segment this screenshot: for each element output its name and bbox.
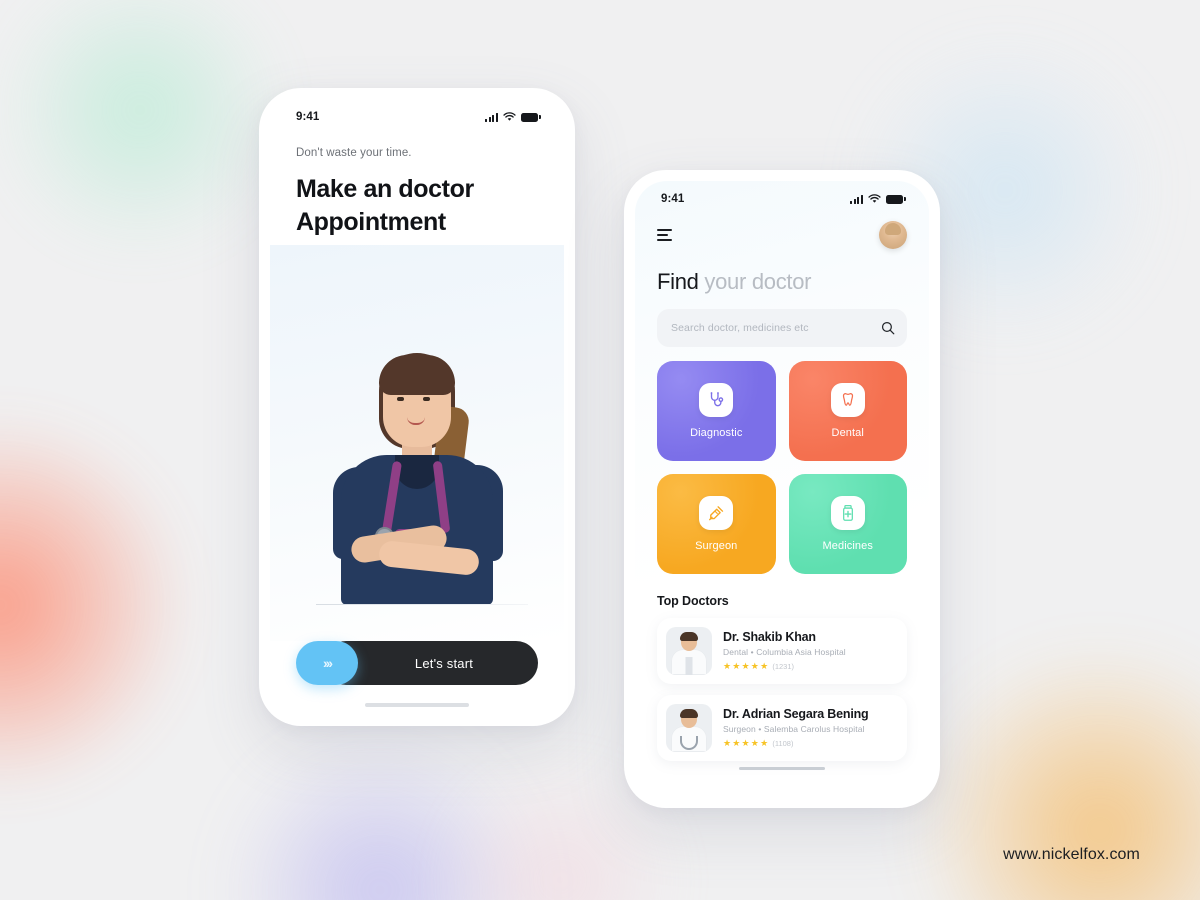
hamburger-menu-icon[interactable]	[657, 228, 674, 242]
background-blob-coral	[0, 390, 190, 820]
category-label: Dental	[831, 427, 864, 439]
phone-mockup-onboarding: 9:41 Don't waste your time. Make an doct…	[259, 88, 575, 726]
medicine-bottle-icon	[830, 496, 865, 530]
category-card-diagnostic[interactable]: Diagnostic	[657, 361, 776, 461]
rating-count: (1108)	[772, 739, 794, 748]
doctor-name: Dr. Shakib Khan	[723, 630, 816, 644]
meta-separator: •	[758, 724, 762, 734]
doctor-card[interactable]: Dr. Adrian Segara Bening Surgeon • Salem…	[657, 695, 907, 761]
doctor-specialty: Surgeon	[723, 724, 756, 734]
status-time: 9:41	[661, 193, 685, 205]
page-title-muted: your doctor	[704, 269, 812, 294]
home-top-bar	[635, 211, 929, 249]
doctor-hospital: Salemba Carolus Hospital	[763, 724, 865, 734]
wifi-icon	[868, 194, 881, 203]
category-grid: Diagnostic Dental Surgeon Medicines	[657, 361, 907, 574]
search-input[interactable]: Search doctor, medicines etc	[657, 309, 907, 347]
background-gradient-canvas	[0, 0, 1200, 900]
status-time: 9:41	[296, 111, 320, 123]
category-label: Medicines	[822, 540, 873, 552]
user-profile-avatar[interactable]	[879, 221, 907, 249]
home-indicator	[365, 703, 469, 707]
status-icon-group	[485, 112, 541, 122]
chevrons-right-icon[interactable]: ›››	[296, 641, 358, 685]
search-placeholder: Search doctor, medicines etc	[671, 322, 809, 334]
doctor-photo	[666, 627, 712, 675]
meta-separator: •	[750, 647, 754, 657]
category-card-medicines[interactable]: Medicines	[788, 474, 907, 574]
lets-start-button[interactable]: Let's start ›››	[296, 641, 538, 685]
top-doctors-heading: Top Doctors	[657, 594, 729, 608]
status-bar: 9:41	[270, 99, 564, 129]
doctor-hospital: Columbia Asia Hospital	[756, 647, 846, 657]
doctor-card[interactable]: Dr. Shakib Khan Dental • Columbia Asia H…	[657, 618, 907, 684]
cta-container: Let's start ›››	[270, 641, 564, 685]
category-card-dental[interactable]: Dental	[788, 361, 907, 461]
star-rating-icon: ★★★★★	[723, 661, 770, 671]
battery-icon	[886, 194, 906, 204]
tooth-icon	[830, 383, 865, 417]
page-title: Make an doctor Appointment	[296, 175, 474, 236]
stethoscope-icon	[699, 383, 734, 417]
doctor-photo	[666, 704, 712, 752]
home-screen: 9:41 Find your doctor Search doctor, med…	[635, 181, 929, 797]
doctor-meta: Surgeon • Salemba Carolus Hospital	[723, 724, 898, 734]
category-label: Surgeon	[695, 540, 738, 552]
status-icon-group	[850, 194, 906, 204]
hero-baseline-divider	[316, 604, 528, 605]
watermark: www.nickelfox.com	[1003, 846, 1140, 863]
doctor-specialty: Dental	[723, 647, 749, 657]
background-blob-mint	[0, 0, 290, 260]
onboarding-kicker: Don't waste your time.	[296, 147, 412, 159]
page-title: Find your doctor	[657, 269, 907, 295]
phone-mockup-home: 9:41 Find your doctor Search doctor, med…	[624, 170, 940, 808]
search-icon[interactable]	[881, 321, 895, 335]
page-title-strong: Find	[657, 269, 699, 294]
doctor-meta: Dental • Columbia Asia Hospital	[723, 647, 898, 657]
scroll-indicator[interactable]	[739, 767, 825, 770]
doctor-info: Dr. Adrian Segara Bening Surgeon • Salem…	[723, 707, 898, 749]
signal-bars-icon	[850, 194, 863, 204]
lets-start-label: Let's start	[414, 655, 474, 671]
category-label: Diagnostic	[690, 427, 743, 439]
doctor-info: Dr. Shakib Khan Dental • Columbia Asia H…	[723, 630, 898, 672]
status-bar: 9:41	[635, 181, 929, 211]
signal-bars-icon	[485, 112, 498, 122]
wifi-icon	[503, 112, 516, 121]
battery-icon	[521, 112, 541, 122]
category-card-surgeon[interactable]: Surgeon	[657, 474, 776, 574]
onboarding-screen: 9:41 Don't waste your time. Make an doct…	[270, 99, 564, 715]
hero-illustration	[270, 245, 564, 641]
doctor-illustration	[317, 345, 517, 605]
top-doctors-list: Dr. Shakib Khan Dental • Columbia Asia H…	[657, 618, 907, 761]
rating-count: (1231)	[772, 662, 795, 671]
doctor-rating: ★★★★★ (1231)	[723, 661, 898, 672]
doctor-name: Dr. Adrian Segara Bening	[723, 707, 869, 721]
star-rating-icon: ★★★★★	[723, 738, 770, 748]
doctor-rating: ★★★★★ (1108)	[723, 738, 898, 749]
syringe-icon	[699, 496, 734, 530]
